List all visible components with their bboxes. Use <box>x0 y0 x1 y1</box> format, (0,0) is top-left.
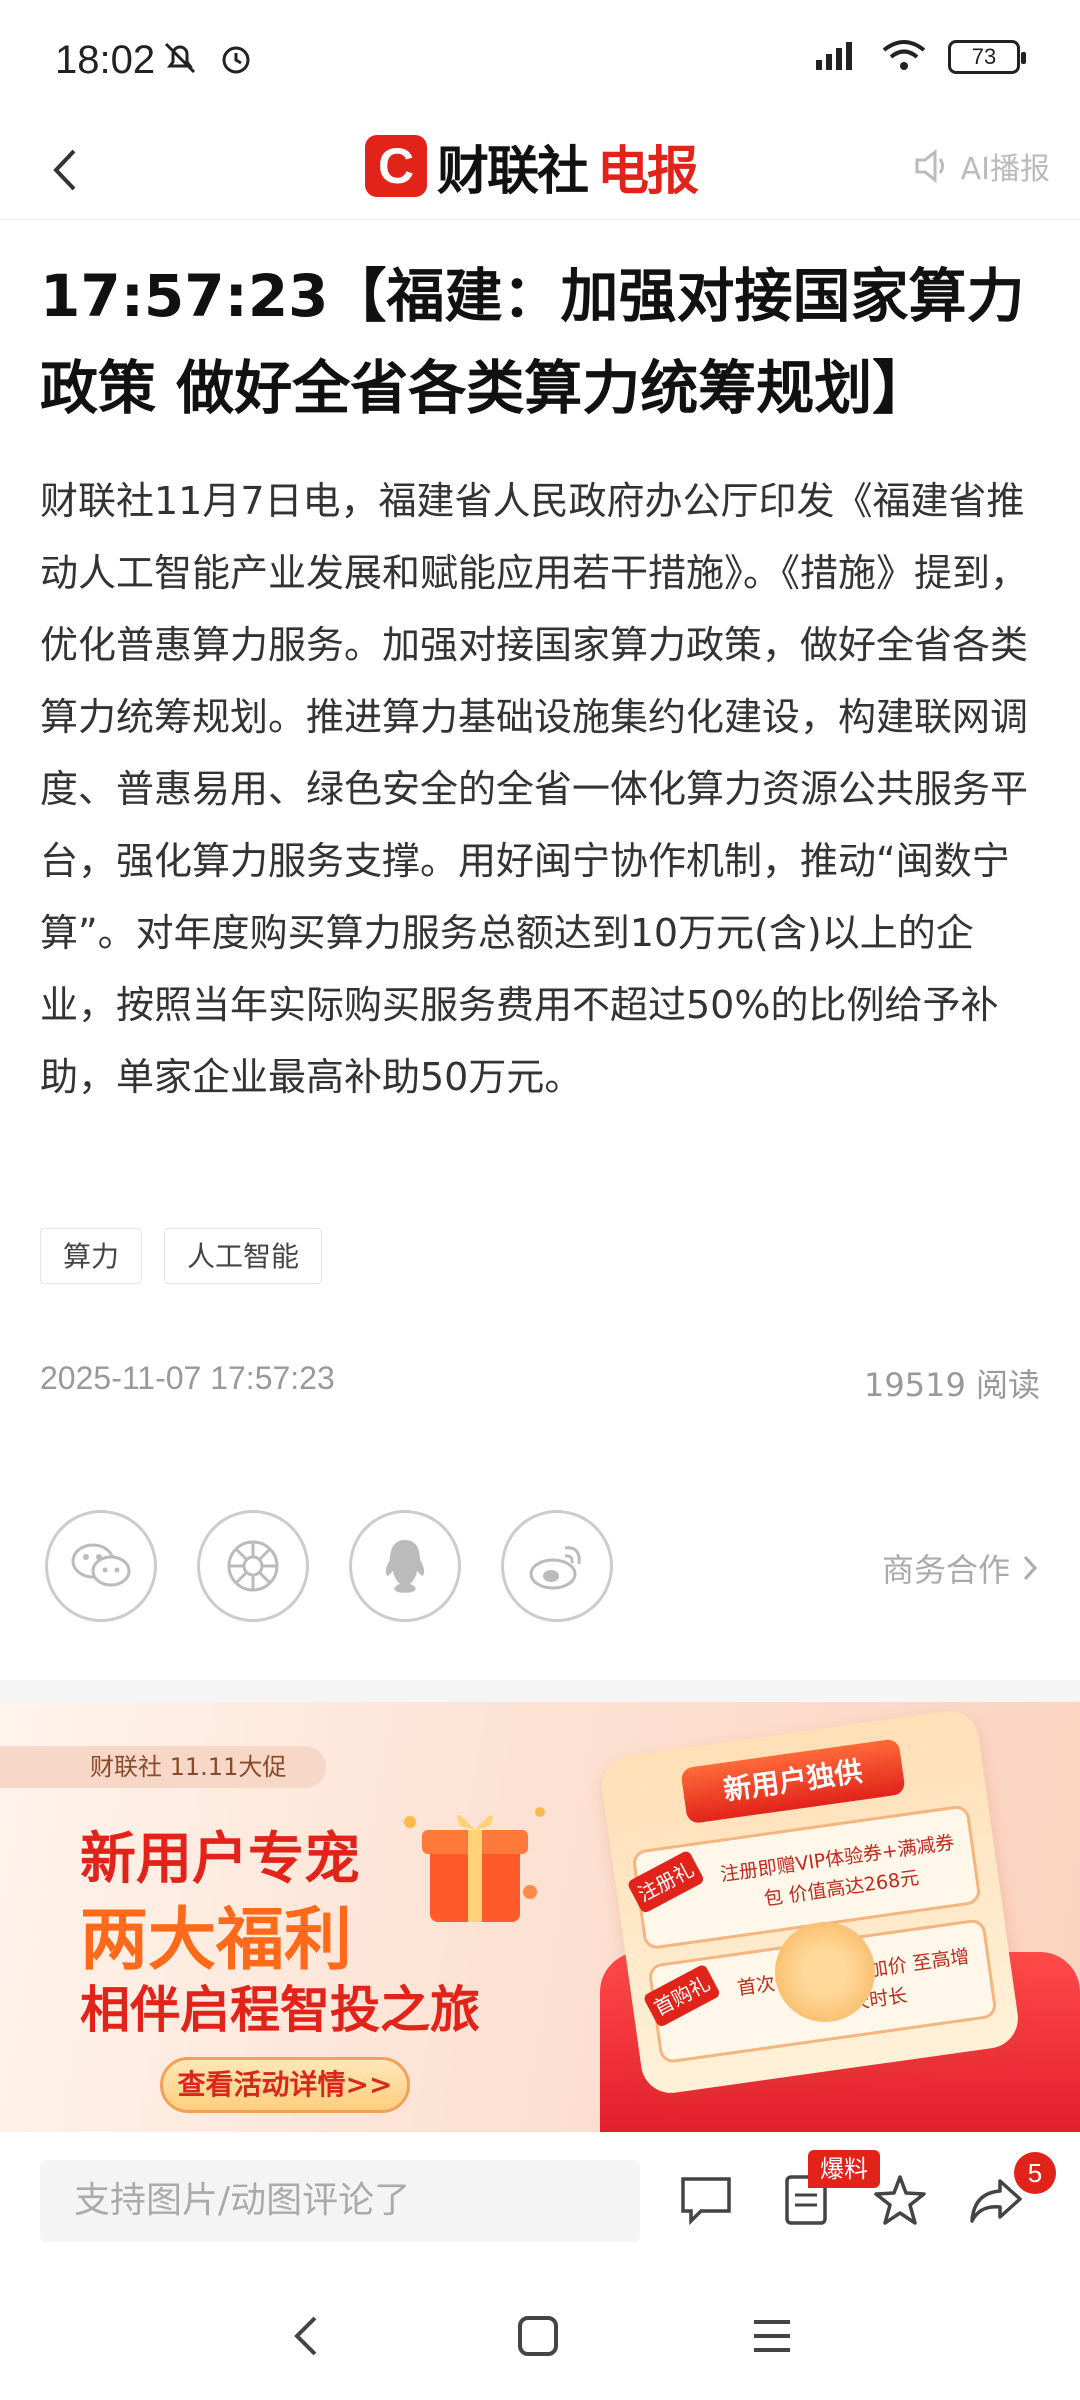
offer-text: 注册即赠VIP体验券+满减券包 价值高达268元 <box>718 1831 956 1911</box>
promo-banner[interactable]: 财联社 11.11大促 新用户专宠 两大福利 相伴启程智投之旅 查看活动详情>>… <box>0 1702 1080 2132</box>
weibo-icon <box>529 1546 581 1590</box>
menu-icon <box>754 2320 790 2352</box>
status-bar: 18:02 73 <box>0 0 1080 120</box>
wifi-icon <box>882 38 926 76</box>
article-body: 财联社11月7日电，福建省人民政府办公厅印发《福建省推动人工智能产业发展和赋能应… <box>40 479 1029 1099</box>
nav-menu-button[interactable] <box>742 2306 802 2366</box>
app-logo: 财联社 电报 <box>365 126 699 206</box>
share-row <box>45 1510 613 1622</box>
tag-item[interactable]: 人工智能 <box>164 1228 323 1284</box>
moments-icon <box>227 1540 279 1592</box>
article-title: 17:57:23【福建：加强对接国家算力政策 做好全省各类算力统筹规划】 <box>40 262 1025 422</box>
comment-icon <box>681 2177 731 2225</box>
share-wechat-button[interactable] <box>45 1510 157 1622</box>
share-moments-button[interactable] <box>197 1510 309 1622</box>
business-cooperation-link[interactable]: 商务合作 <box>882 1545 1040 1591</box>
offer-card-title: 新用户独供 <box>680 1738 906 1825</box>
back-icon <box>294 2316 317 2356</box>
banner-cta-button[interactable]: 查看活动详情>> <box>160 2057 410 2113</box>
signal-icon <box>814 38 860 76</box>
tag-item[interactable]: 算力 <box>40 1228 143 1284</box>
status-icons-right: 73 <box>814 38 1026 76</box>
status-time: 18:02 <box>55 38 156 82</box>
battery-indicator: 73 <box>948 40 1026 74</box>
system-nav-bar <box>0 2272 1080 2400</box>
wechat-icon <box>71 1543 131 1587</box>
section-divider <box>0 1680 1080 1702</box>
comment-button[interactable] <box>676 2170 736 2230</box>
gift-box-icon <box>380 1782 560 1942</box>
speaker-icon <box>915 148 944 184</box>
logo-mark-icon <box>365 135 427 197</box>
tag-list: 算力 人工智能 <box>40 1228 323 1284</box>
ai-read-button[interactable]: AI播报 <box>911 144 1050 188</box>
share-count-badge: 5 <box>1014 2152 1056 2194</box>
banner-headline-1: 新用户专宠 <box>80 1827 360 1892</box>
publish-time: 2025-11-07 17:57:23 <box>40 1360 335 1396</box>
banner-headline-2: 两大福利 <box>80 1901 353 1980</box>
ai-read-label: AI播报 <box>960 152 1050 187</box>
favorite-button[interactable] <box>870 2170 930 2230</box>
home-square-icon <box>518 2316 558 2356</box>
back-button[interactable] <box>36 140 96 200</box>
chevron-right-icon <box>1023 1555 1038 1581</box>
offer-card: 新用户独供 注册礼 注册即赠VIP体验券+满减券包 价值高达268元 首购礼 首… <box>598 1707 1022 2097</box>
offer-badge: 注册礼 <box>626 1849 706 1915</box>
share-weibo-button[interactable] <box>501 1510 613 1622</box>
promo-tag: 财联社 11.11大促 <box>0 1746 327 1788</box>
business-label: 商务合作 <box>881 1551 1010 1589</box>
offer-badge: 首购礼 <box>642 1963 722 2029</box>
logo-text: 财联社 <box>437 141 589 202</box>
qq-icon <box>385 1540 425 1593</box>
read-count: 19519 阅读 <box>864 1366 1040 1404</box>
logo-text-accent: 电报 <box>597 141 699 202</box>
status-icons-left <box>160 38 256 82</box>
star-icon <box>874 2175 926 2225</box>
mute-icon <box>160 38 200 82</box>
share-qq-button[interactable] <box>349 1510 461 1622</box>
comment-bar: 支持图片/动图评论了 爆料 5 <box>0 2132 1080 2272</box>
chevron-left-icon <box>53 149 76 191</box>
header: 财联社 电报 AI播报 <box>0 120 1080 220</box>
comment-input[interactable]: 支持图片/动图评论了 <box>40 2160 640 2242</box>
nav-home-button[interactable] <box>508 2306 568 2366</box>
banner-headline-3: 相伴启程智投之旅 <box>80 1981 480 2039</box>
envelope-seal-icon <box>775 1922 875 2022</box>
nav-back-button[interactable] <box>276 2306 336 2366</box>
alarm-icon <box>216 38 256 82</box>
